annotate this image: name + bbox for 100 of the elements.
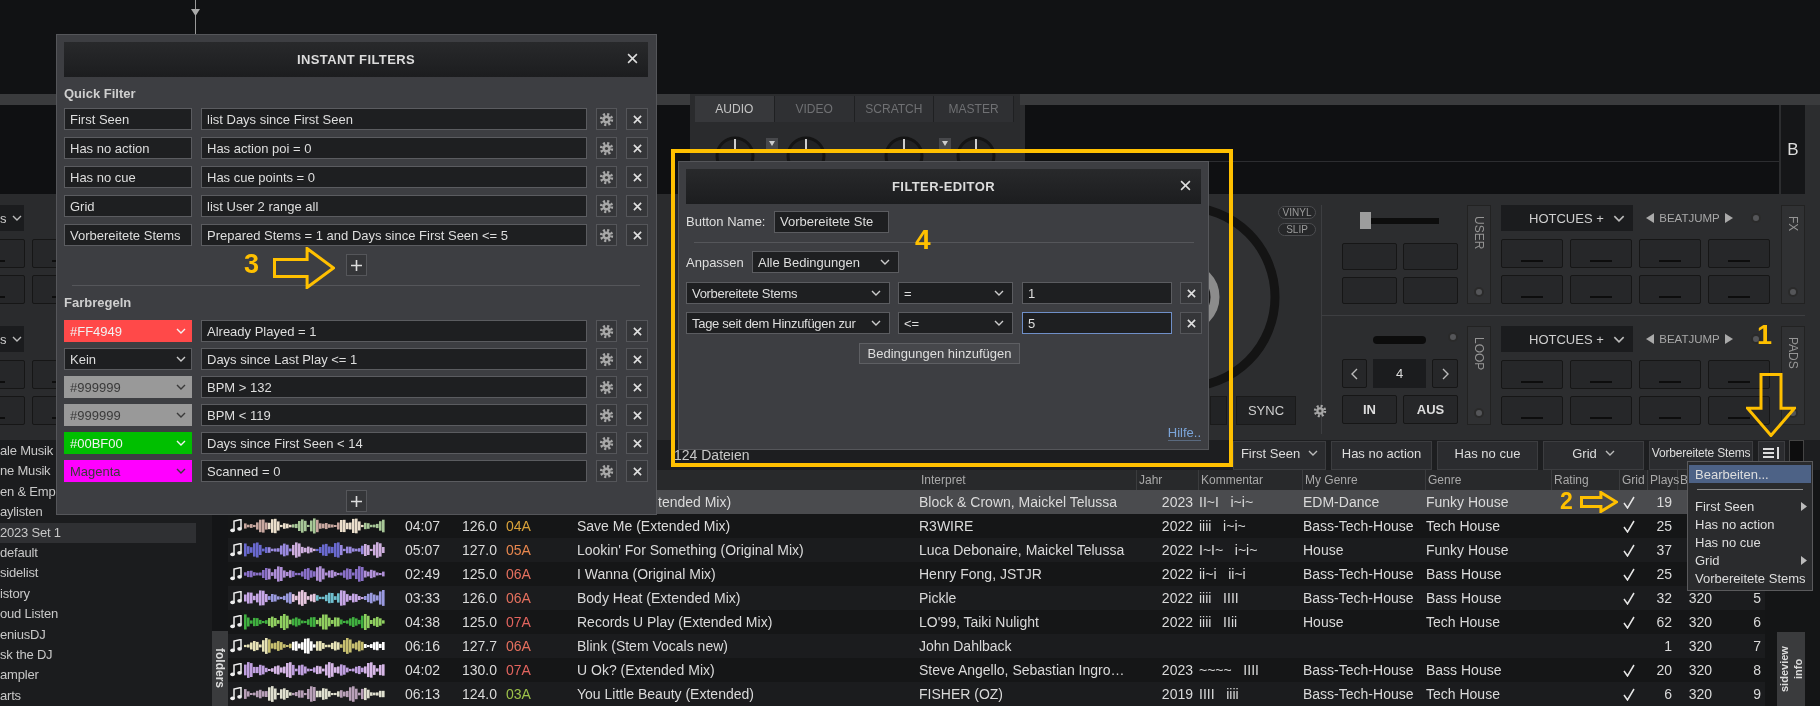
table-cell-text: House [1303,542,1345,558]
table-cell-text: Bass-Tech-House [1303,566,1415,582]
table-cell-text: 127.0 [462,542,499,558]
table-cell-text: 03:33 [405,590,442,606]
table-cell-text: tended Mix) [657,494,733,510]
table-cell-text: FISHER (OZ) [919,686,1004,702]
table-cell-text: Steve Angello, Sebastian Ingro… [919,662,1126,678]
loop-size-field: 4 [1373,359,1426,388]
table-cell-text: EDM-Dance [1303,494,1381,510]
table-cell-text: Save Me (Extended Mix) [577,518,732,534]
table-cell-text: iiii IIii [1199,614,1239,630]
table-cell-text: 02:49 [405,566,442,582]
table-cell-text: 03A [506,686,532,702]
table-cell: 37 [1656,542,1672,558]
table-cell-text: 05A [506,542,532,558]
table-cell-text: Bass House [1426,662,1503,678]
table-cell-text: 04:07 [405,518,442,534]
table-cell: 320 [1688,614,1712,630]
table-cell-text: R3WIRE [919,518,975,534]
table-cell-text: ii~i ii~i [1199,566,1247,582]
table-cell: 2023 [1161,662,1193,678]
step-number: 3 [244,251,260,278]
table-cell: 2022 [1161,614,1193,630]
table-cell: 2019 [1161,686,1193,702]
table-cell-text: Luca Debonaire, Maickel Telussa [919,542,1126,558]
table-cell: 9 [1753,686,1761,702]
table-cell: 2022 [1161,566,1193,582]
table-cell-text: Tech House [1426,614,1501,630]
table-cell-text: 07A [506,662,532,678]
table-cell: 320 [1688,590,1712,606]
table-cell-text: John Dahlback [919,638,1013,654]
table-cell-text: ~~~~ IIII [1199,662,1260,678]
table-cell: 320 [1688,638,1712,654]
table-cell: 62 [1656,614,1672,630]
table-cell-text: Bass-Tech-House [1303,686,1415,702]
table-cell-text: 124.0 [462,686,499,702]
table-cell: 19 [1656,494,1672,510]
table-cell-text: II~I i~i~ [1199,494,1255,510]
table-cell-text: 06A [506,590,532,606]
table-cell: 2022 [1161,518,1193,534]
table-cell-text: Block & Crown, Maickel Telussa [919,494,1119,510]
table-cell-text: Bass House [1426,590,1503,606]
table-cell-text: Bass-Tech-House [1303,590,1415,606]
table-cell-text: Tech House [1426,686,1501,702]
table-cell-text: 05:07 [405,542,442,558]
table-cell-text: iiii i~i~ [1199,518,1247,534]
table-cell-text: 127.7 [462,638,499,654]
table-cell-text: Tech House [1426,518,1501,534]
table-cell: 2022 [1161,590,1193,606]
table-cell: 320 [1688,662,1712,678]
table-cell: 6 [1753,614,1761,630]
field-label: Anpassen [686,254,745,270]
field-label: Button Name: [686,214,766,229]
table-cell-text: 04:38 [405,614,442,630]
beatjump-label: BEATJUMP [1658,212,1721,224]
dialog-title: FILTER-EDITOR [892,179,995,194]
table-cell-text: I~I~ i~i~ [1199,542,1259,558]
table-cell-text: Funky House [1426,542,1510,558]
deck-label: B [1781,105,1805,194]
table-cell: 1 [1664,638,1672,654]
file-count: 124 Dateien [674,447,750,463]
table-cell-text: Henry Fong, JSTJR [919,566,1043,582]
table-cell-text: 126.0 [462,590,499,606]
dialog-title: INSTANT FILTERS [296,52,416,67]
table-cell-text: Lookin' For Something (Original Mix) [577,542,805,558]
table-cell-text: Blink (Stem Vocals new) [577,638,729,654]
table-cell-text: 06A [506,638,532,654]
step-number: 2 [1560,490,1573,513]
table-cell-text: 126.0 [462,518,499,534]
table-cell-text: House [1303,614,1345,630]
table-cell-text: 06A [506,566,532,582]
table-cell-text: IIII iiii [1199,686,1240,702]
table-cell-text: Records U Play (Extended Mix) [577,614,774,630]
table-cell: 2023 [1161,494,1193,510]
table-cell: 6 [1664,686,1672,702]
table-cell-text: 125.0 [462,614,499,630]
table-cell-text: U Ok? (Extended Mix) [577,662,716,678]
table-cell-text: Funky House [1426,494,1510,510]
table-cell: 2022 [1161,542,1193,558]
table-cell: 25 [1656,518,1672,534]
table-cell: 8 [1753,662,1761,678]
table-cell-text: Pickle [919,590,958,606]
table-cell-text: 130.0 [462,662,499,678]
table-cell-text: 04A [506,518,532,534]
table-cell: 320 [1688,686,1712,702]
step-number: 4 [915,226,931,254]
table-cell-text: 04:02 [405,662,442,678]
table-cell-text: 125.0 [462,566,499,582]
table-cell-text: iiii IIII [1199,590,1240,606]
table-cell: 7 [1753,638,1761,654]
section-heading: Farbregeln [64,295,133,310]
table-cell-text: Bass House [1426,566,1503,582]
table-cell-text: Bass-Tech-House [1303,518,1415,534]
table-cell: 32 [1656,590,1672,606]
table-cell: 5 [1753,590,1761,606]
step-number: 1 [1757,322,1773,349]
table-cell-text: Bass-Tech-House [1303,662,1415,678]
table-cell-text: You Little Beauty (Extended) [577,686,755,702]
table-cell-text: LO'99, Taiki Nulight [919,614,1040,630]
table-cell-text: 06:16 [405,638,442,654]
